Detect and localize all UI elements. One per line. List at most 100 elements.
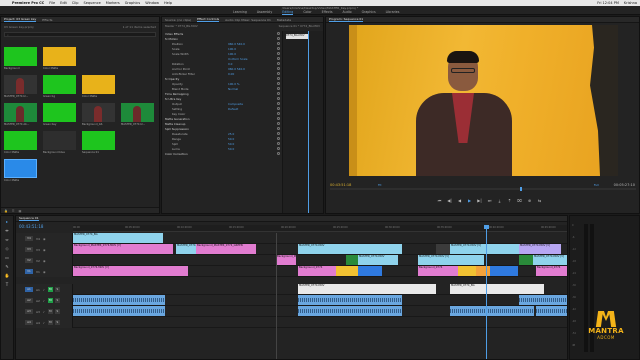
effect-value[interactable]: 0.00: [228, 72, 258, 76]
mute-button[interactable]: M: [47, 287, 53, 292]
project-item[interactable]: Color Matte: [43, 47, 76, 70]
keyframe-toggle-icon[interactable]: [277, 97, 280, 100]
transport-button[interactable]: ⤒: [506, 198, 513, 204]
track-target-toggle[interactable]: A1: [25, 287, 33, 292]
project-item[interactable]: MASTER_0774 Ab...: [4, 103, 37, 126]
track-target-toggle[interactable]: V4: [25, 236, 33, 241]
keyframe-toggle-icon[interactable]: [277, 57, 280, 60]
audio-clip[interactable]: [519, 295, 567, 305]
keyframe-toggle-icon[interactable]: [277, 132, 280, 135]
project-item[interactable]: Color Matte: [4, 131, 37, 154]
menu-file[interactable]: File: [49, 1, 55, 5]
video-clip[interactable]: MASTER_0774.MOV: [358, 255, 398, 265]
effect-value[interactable]: 0.0: [228, 62, 258, 66]
video-clip[interactable]: [458, 266, 476, 276]
workspace-tab[interactable]: Color: [303, 10, 311, 15]
video-clip[interactable]: [490, 266, 518, 276]
apple-icon[interactable]: [3, 1, 7, 5]
project-item[interactable]: Color Matte: [82, 75, 115, 98]
tab-effects[interactable]: Effects: [42, 18, 52, 22]
workspace-tab[interactable]: Effects: [322, 10, 333, 15]
audio-clip[interactable]: [73, 306, 165, 316]
tool-button[interactable]: ⇹: [3, 227, 11, 234]
video-clip[interactable]: Background_0774: [536, 266, 567, 276]
eye-icon[interactable]: ◉: [43, 248, 46, 252]
mini-timeline-clip[interactable]: 0774_BG.MOV: [286, 34, 308, 39]
transport-button[interactable]: ⇆: [536, 198, 543, 204]
timeline-playhead[interactable]: [484, 225, 489, 359]
menu-help[interactable]: Help: [164, 1, 172, 5]
workspace-tab[interactable]: Graphics: [362, 10, 376, 15]
workspace-tab[interactable]: Learning: [233, 10, 247, 15]
keyframe-toggle-icon[interactable]: [277, 52, 280, 55]
video-clip[interactable]: MASTER_0774.MOV [V]: [519, 244, 561, 254]
track-target-toggle[interactable]: V2: [25, 258, 33, 263]
video-clip[interactable]: Background_MASTER_0774_BG: [276, 255, 296, 265]
list-view-icon[interactable]: ☰: [12, 209, 15, 213]
menu-app-name[interactable]: Premiere Pro CC: [12, 1, 44, 5]
speaker-icon[interactable]: ♪: [43, 310, 45, 314]
transport-button[interactable]: ⤓: [496, 198, 503, 204]
keyframe-toggle-icon[interactable]: [277, 117, 280, 120]
transport-button[interactable]: ▶|: [476, 198, 483, 204]
tool-button[interactable]: ◇: [3, 245, 11, 252]
transport-button[interactable]: ⊕: [526, 198, 533, 204]
timeline-timecode[interactable]: 00:43:51:18: [19, 224, 43, 229]
workspace-tab-active[interactable]: Editing: [282, 10, 294, 15]
lock-icon[interactable]: 🔒: [4, 209, 8, 213]
project-item[interactable]: Color Matte: [4, 159, 37, 182]
workspace-tab[interactable]: Audio: [343, 10, 352, 15]
video-clip[interactable]: Background_0774: [418, 266, 458, 276]
project-item[interactable]: Background_GS: [82, 103, 115, 126]
master-clip-name[interactable]: Master * 0774_BG.MOV: [165, 24, 198, 28]
video-clip[interactable]: MASTER_0774_BG: [73, 233, 163, 243]
tool-button[interactable]: ✎: [3, 263, 11, 270]
track-target-toggle[interactable]: V3: [25, 247, 33, 252]
transport-button[interactable]: ⌧: [516, 198, 523, 204]
effect-value[interactable]: 25.0: [228, 132, 258, 136]
keyframe-toggle-icon[interactable]: [277, 107, 280, 110]
video-clip[interactable]: [519, 255, 533, 265]
effect-value[interactable]: Composite: [228, 102, 258, 106]
keyframe-toggle-icon[interactable]: [277, 137, 280, 140]
timeline-tab[interactable]: Sequence 01: [19, 216, 39, 221]
menu-sequence[interactable]: Sequence: [84, 1, 101, 5]
effect-value[interactable]: 100.0: [228, 47, 258, 51]
audio-clip[interactable]: [298, 306, 326, 316]
video-clip[interactable]: [346, 255, 358, 265]
solo-button[interactable]: S: [54, 298, 60, 303]
eye-icon[interactable]: ◉: [43, 237, 46, 241]
effect-row[interactable]: Color Correction: [162, 151, 282, 156]
solo-button[interactable]: S: [54, 320, 60, 325]
keyframe-toggle-icon[interactable]: [277, 42, 280, 45]
keyframe-toggle-icon[interactable]: [277, 112, 280, 115]
keyframe-toggle-icon[interactable]: [277, 62, 280, 65]
solo-button[interactable]: S: [54, 287, 60, 292]
effect-value[interactable]: 50.0: [228, 142, 258, 146]
tool-button[interactable]: T: [3, 281, 11, 288]
menu-markers[interactable]: Markers: [106, 1, 120, 5]
tab-project[interactable]: Project: 03 Green key: [4, 17, 37, 22]
transport-button[interactable]: ◀: [456, 198, 463, 204]
keyframe-toggle-icon[interactable]: [277, 152, 280, 155]
transport-button[interactable]: ▶: [466, 198, 473, 204]
video-clip[interactable]: Background_MASTER_0774.MOV [V]: [73, 244, 173, 254]
video-clip[interactable]: MASTER_0774.MOV [V]: [533, 255, 567, 265]
speaker-icon[interactable]: ♪: [43, 299, 45, 303]
keyframe-toggle-icon[interactable]: [277, 87, 280, 90]
mute-button[interactable]: M: [47, 320, 53, 325]
eye-icon[interactable]: ◉: [43, 259, 46, 263]
keyframe-toggle-icon[interactable]: [277, 47, 280, 50]
time-ruler[interactable]: 00:00 00:05:00:00 00:10:00:00 00:15:00:00 00…: [73, 225, 567, 232]
track-target-toggle[interactable]: A3: [25, 309, 33, 314]
video-clip[interactable]: Background_0774: [298, 266, 336, 276]
program-playhead[interactable]: [520, 187, 522, 191]
mute-button[interactable]: M: [47, 298, 53, 303]
menu-window[interactable]: Window: [145, 1, 159, 5]
sequence-clip-name[interactable]: Sequence 01 * 0774_BG.MOV: [279, 24, 320, 28]
video-clip[interactable]: Background_0774.MOV [V]: [73, 266, 188, 276]
effect-value[interactable]: 100.0 %: [228, 82, 258, 86]
project-item[interactable]: Green bg: [43, 75, 76, 98]
effect-value[interactable]: 50.0: [228, 137, 258, 141]
workspace-tab[interactable]: Libraries: [386, 10, 400, 15]
